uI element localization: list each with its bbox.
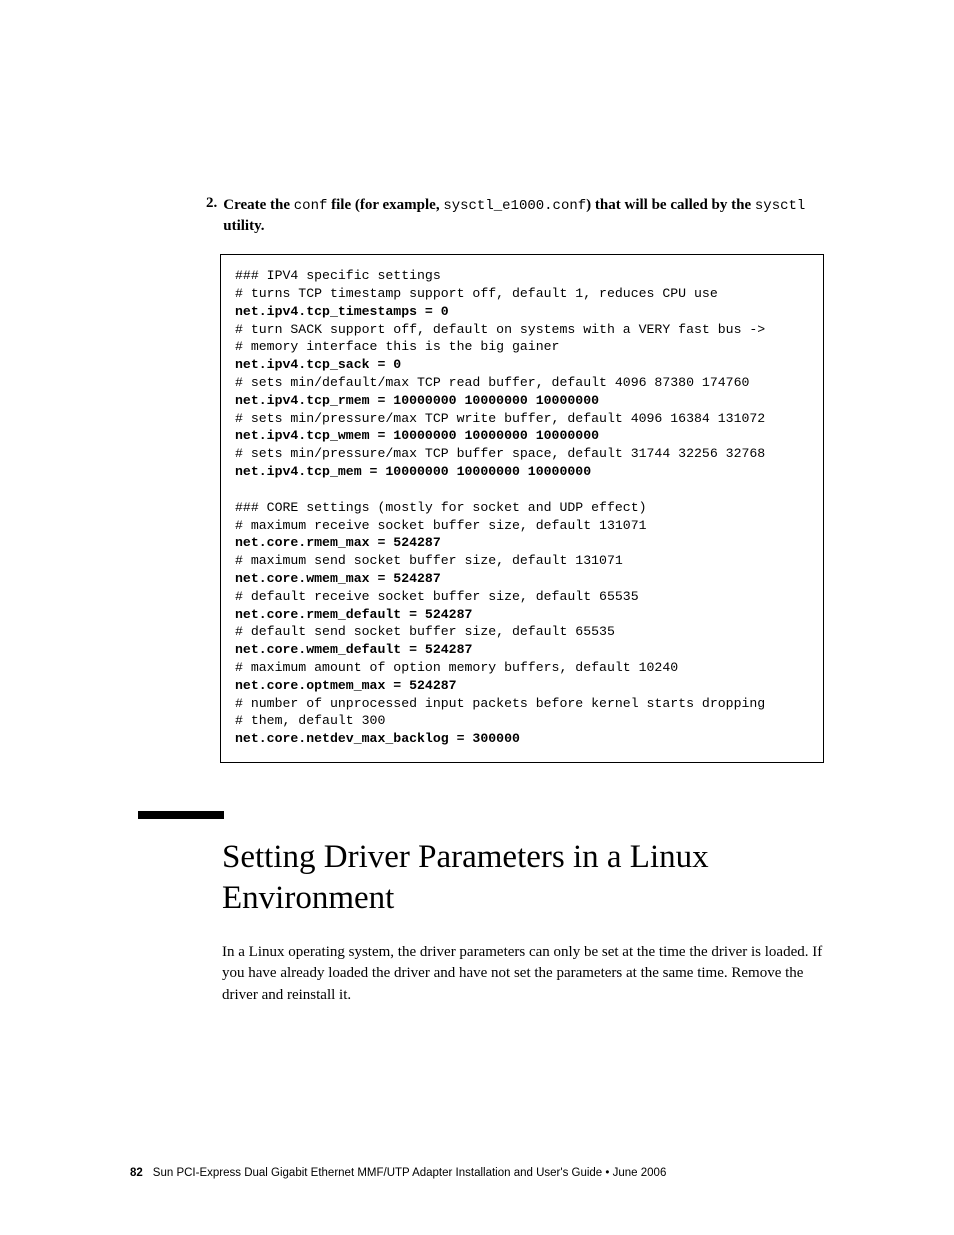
step-text-4: utility. <box>223 218 264 234</box>
step-text-3: ) that will be called by the <box>586 197 755 213</box>
code-line: # them, default 300 <box>235 713 385 728</box>
section-paragraph: In a Linux operating system, the driver … <box>222 942 824 1007</box>
code-line: ### CORE settings (mostly for socket and… <box>235 500 647 515</box>
code-line-bold: net.ipv4.tcp_timestamps = 0 <box>235 304 449 319</box>
code-line: # sets min/default/max TCP read buffer, … <box>235 375 749 390</box>
step-code-3: sysctl <box>755 198 805 214</box>
code-line: # maximum receive socket buffer size, de… <box>235 518 647 533</box>
step-code-1: conf <box>294 198 328 214</box>
code-line-bold: net.core.wmem_default = 524287 <box>235 642 472 657</box>
code-line: # maximum send socket buffer size, defau… <box>235 553 623 568</box>
code-line-bold: net.core.rmem_max = 524287 <box>235 535 441 550</box>
footer-text: Sun PCI-Express Dual Gigabit Ethernet MM… <box>153 1167 667 1179</box>
code-line: # memory interface this is the big gaine… <box>235 339 559 354</box>
code-line: # default send socket buffer size, defau… <box>235 624 615 639</box>
page-footer: 82Sun PCI-Express Dual Gigabit Ethernet … <box>130 1167 666 1179</box>
code-line: # maximum amount of option memory buffer… <box>235 660 678 675</box>
code-line: # sets min/pressure/max TCP write buffer… <box>235 411 765 426</box>
code-line: # turn SACK support off, default on syst… <box>235 322 765 337</box>
step-2: 2. Create the conf file (for example, sy… <box>206 195 824 236</box>
code-line: # default receive socket buffer size, de… <box>235 589 639 604</box>
code-line: ### IPV4 specific settings <box>235 268 441 283</box>
section-heading: Setting Driver Parameters in a Linux Env… <box>222 837 824 920</box>
step-number: 2. <box>206 195 223 236</box>
step-text-1: Create the <box>223 197 294 213</box>
code-line-bold: net.core.wmem_max = 524287 <box>235 571 441 586</box>
code-line-bold: net.core.optmem_max = 524287 <box>235 678 457 693</box>
code-line-bold: net.ipv4.tcp_rmem = 10000000 10000000 10… <box>235 393 599 408</box>
code-line-bold: net.core.rmem_default = 524287 <box>235 607 472 622</box>
step-text-2: file (for example, <box>327 197 443 213</box>
code-line: # sets min/pressure/max TCP buffer space… <box>235 446 765 461</box>
page: 2. Create the conf file (for example, sy… <box>0 0 954 1235</box>
code-line-bold: net.ipv4.tcp_sack = 0 <box>235 357 401 372</box>
code-line-bold: net.ipv4.tcp_mem = 10000000 10000000 100… <box>235 464 591 479</box>
code-line: # turns TCP timestamp support off, defau… <box>235 286 718 301</box>
step-code-2: sysctl_e1000.conf <box>443 198 586 214</box>
code-block: ### IPV4 specific settings # turns TCP t… <box>220 254 824 763</box>
page-number: 82 <box>130 1167 153 1179</box>
step-body: Create the conf file (for example, sysct… <box>223 195 824 236</box>
code-line-bold: net.core.netdev_max_backlog = 300000 <box>235 731 520 746</box>
code-line-bold: net.ipv4.tcp_wmem = 10000000 10000000 10… <box>235 428 599 443</box>
section-divider <box>138 811 224 819</box>
code-line: # number of unprocessed input packets be… <box>235 696 765 711</box>
